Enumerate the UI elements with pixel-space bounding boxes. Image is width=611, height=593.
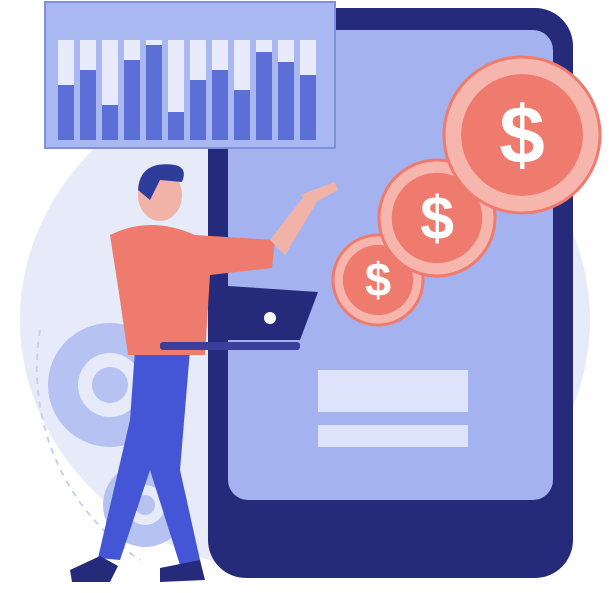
- chart-bar: [80, 70, 96, 140]
- person-shoe-left: [70, 556, 118, 582]
- dollar-sign-icon: $: [365, 254, 391, 307]
- chart-bar: [102, 105, 118, 140]
- chart-bar: [278, 62, 294, 140]
- chart-bar: [58, 85, 74, 140]
- chart-panel: [44, 1, 336, 149]
- chart-bar: [146, 45, 162, 140]
- phone-button-bar-bottom: [318, 425, 468, 447]
- coin-icon: $: [442, 55, 602, 215]
- chart-bar: [168, 112, 184, 140]
- laptop-logo: [264, 312, 276, 324]
- chart-bar: [234, 90, 250, 140]
- dollar-sign-icon: $: [499, 90, 545, 181]
- chart-bar: [300, 75, 316, 140]
- chart-bar: [256, 52, 272, 140]
- phone-button-bar-top: [318, 370, 468, 412]
- chart-bar: [190, 80, 206, 140]
- illustration-scene: $ $ $: [20, 1, 602, 582]
- chart-bar: [124, 60, 140, 140]
- dollar-sign-icon: $: [420, 184, 454, 252]
- chart-bar: [212, 70, 228, 140]
- laptop-base: [160, 342, 300, 350]
